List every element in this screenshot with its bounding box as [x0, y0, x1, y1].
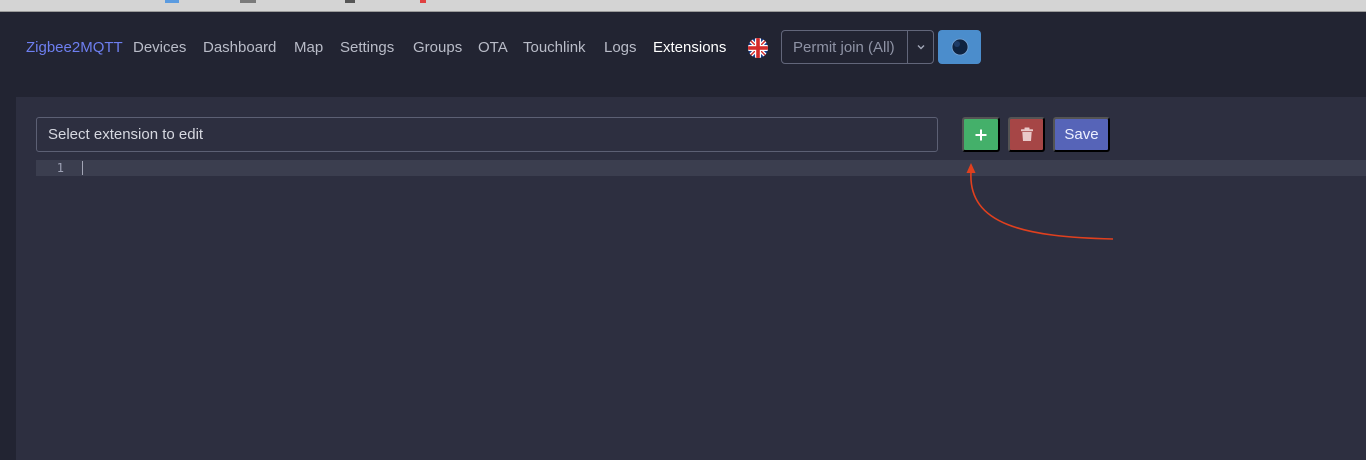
plus-icon	[975, 129, 987, 140]
editor-line[interactable]	[81, 160, 1366, 176]
code-editor[interactable]: 1	[36, 160, 1366, 176]
nav-link-dashboard[interactable]: Dashboard	[203, 39, 276, 56]
uk-flag-icon[interactable]	[748, 38, 768, 58]
delete-extension-button[interactable]	[1008, 117, 1045, 152]
nav-link-logs[interactable]: Logs	[604, 39, 637, 56]
nav-link-devices[interactable]: Devices	[133, 39, 186, 56]
extensions-panel: Select extension to edit Save 1	[16, 97, 1366, 460]
nav-link-extensions[interactable]: Extensions	[653, 39, 726, 56]
add-extension-button[interactable]	[962, 117, 1000, 152]
browser-chrome-strip	[0, 0, 1366, 12]
annotation-arrow	[966, 163, 1114, 240]
save-button[interactable]: Save	[1053, 117, 1110, 152]
moon-icon	[951, 38, 968, 56]
theme-toggle-button[interactable]	[938, 30, 981, 64]
nav-link-ota[interactable]: OTA	[478, 39, 508, 56]
line-number: 1	[36, 160, 81, 176]
extension-select[interactable]: Select extension to edit	[36, 117, 938, 152]
permit-join-dropdown-toggle[interactable]	[908, 31, 933, 63]
permit-join-button[interactable]: Permit join (All)	[782, 31, 908, 63]
top-navbar: Zigbee2MQTT Devices Dashboard Map Settin…	[0, 12, 1366, 96]
nav-link-touchlink[interactable]: Touchlink	[523, 39, 586, 56]
chevron-down-icon	[917, 45, 924, 50]
nav-link-groups[interactable]: Groups	[413, 39, 462, 56]
trash-icon	[1020, 127, 1033, 141]
brand-link[interactable]: Zigbee2MQTT	[26, 39, 123, 56]
nav-link-settings[interactable]: Settings	[340, 39, 394, 56]
permit-join-group: Permit join (All)	[781, 30, 934, 64]
text-cursor	[82, 161, 83, 175]
nav-link-map[interactable]: Map	[294, 39, 323, 56]
